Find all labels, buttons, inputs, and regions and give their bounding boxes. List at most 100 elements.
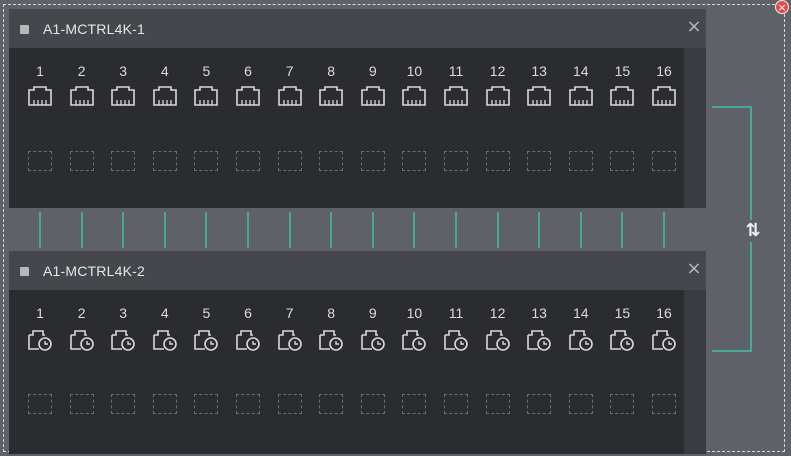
port-slot[interactable] bbox=[152, 394, 177, 414]
port-number: 5 bbox=[202, 305, 211, 321]
rj45-port-icon[interactable] bbox=[69, 84, 95, 108]
port-slot[interactable] bbox=[360, 394, 385, 414]
port-slot[interactable] bbox=[610, 151, 635, 171]
rj45-port-icon[interactable] bbox=[277, 84, 303, 108]
device-panel-header[interactable]: A1-MCTRL4K-1 × bbox=[9, 9, 706, 48]
port-number: 5 bbox=[202, 63, 211, 79]
close-icon[interactable]: × bbox=[685, 18, 703, 36]
port-slot[interactable] bbox=[444, 151, 468, 171]
rj45-port-icon[interactable] bbox=[609, 84, 635, 108]
port-number: 11 bbox=[448, 305, 464, 321]
port-number: 1 bbox=[36, 305, 44, 321]
rj45-port-icon[interactable] bbox=[485, 84, 511, 108]
port-slot[interactable] bbox=[402, 394, 427, 414]
connection-line bbox=[247, 212, 249, 248]
connection-line bbox=[455, 212, 457, 248]
port-slot[interactable] bbox=[402, 151, 427, 171]
rj45-port-icon[interactable] bbox=[568, 84, 594, 108]
port-history-icon[interactable] bbox=[568, 328, 594, 352]
port-slot[interactable] bbox=[277, 394, 302, 414]
connection-line bbox=[413, 212, 416, 248]
port-number: 1 bbox=[36, 63, 44, 79]
connection-line bbox=[163, 212, 166, 248]
port-history-icon[interactable] bbox=[651, 328, 677, 352]
port-slot[interactable] bbox=[568, 394, 593, 414]
port-number: 3 bbox=[119, 63, 128, 79]
rj45-port-icon[interactable] bbox=[651, 84, 677, 108]
port-number: 8 bbox=[327, 63, 336, 79]
port-history-icon[interactable] bbox=[235, 328, 261, 352]
device-status-icon bbox=[20, 25, 29, 34]
port-slot[interactable] bbox=[194, 394, 219, 414]
port-number: 2 bbox=[77, 63, 86, 79]
port-slot[interactable] bbox=[152, 151, 177, 171]
port-slot[interactable] bbox=[319, 151, 344, 171]
rj45-port-icon[interactable] bbox=[27, 84, 53, 108]
port-slot[interactable] bbox=[360, 151, 385, 171]
scrollbar[interactable] bbox=[684, 290, 706, 454]
port-history-icon[interactable] bbox=[443, 328, 469, 352]
rj45-port-icon[interactable] bbox=[235, 84, 261, 108]
port-history-icon[interactable] bbox=[110, 328, 136, 352]
port-slot[interactable] bbox=[485, 394, 510, 414]
port-slot[interactable] bbox=[444, 394, 468, 414]
port-slot[interactable] bbox=[111, 394, 136, 414]
port-history-icon[interactable] bbox=[277, 328, 303, 352]
connection-line bbox=[371, 212, 374, 248]
rj45-port-icon[interactable] bbox=[443, 84, 469, 108]
rj45-port-icon[interactable] bbox=[152, 84, 178, 108]
port-slot[interactable] bbox=[111, 151, 136, 171]
rj45-port-icon[interactable] bbox=[110, 84, 136, 108]
port-number: 11 bbox=[448, 63, 464, 79]
rj45-port-icon[interactable] bbox=[526, 84, 552, 108]
port-number: 4 bbox=[160, 63, 169, 79]
port-history-icon[interactable] bbox=[609, 328, 635, 352]
port-slot[interactable] bbox=[652, 151, 676, 171]
port-history-icon[interactable] bbox=[401, 328, 427, 352]
port-slot[interactable] bbox=[568, 151, 593, 171]
connection-line bbox=[288, 212, 291, 248]
port-history-icon[interactable] bbox=[152, 328, 178, 352]
port-history-icon[interactable] bbox=[485, 328, 511, 352]
port-number: 14 bbox=[573, 305, 589, 321]
device-panel-header[interactable]: A1-MCTRL4K-2 × bbox=[9, 251, 706, 290]
port-history-icon[interactable] bbox=[69, 328, 95, 352]
port-slot[interactable] bbox=[69, 151, 94, 171]
port-slot[interactable] bbox=[236, 151, 260, 171]
port-slot[interactable] bbox=[610, 394, 635, 414]
port-slot[interactable] bbox=[277, 151, 302, 171]
port-number: 10 bbox=[406, 305, 423, 321]
rj45-port-icon[interactable] bbox=[318, 84, 344, 108]
device-panel-1: A1-MCTRL4K-1 × 1 2 3 4 5 6 7 8 9 10 11 12 13 14 15 16 bbox=[9, 9, 706, 208]
port-number: 15 bbox=[614, 63, 631, 79]
port-number: 14 bbox=[573, 63, 589, 79]
rj45-port-icon[interactable] bbox=[360, 84, 386, 108]
port-history-icon[interactable] bbox=[318, 328, 344, 352]
port-slot[interactable] bbox=[28, 151, 52, 171]
port-history-icon[interactable] bbox=[27, 328, 53, 352]
port-slot[interactable] bbox=[236, 394, 260, 414]
port-history-icon[interactable] bbox=[193, 328, 219, 352]
port-number: 15 bbox=[614, 305, 631, 321]
port-slot[interactable] bbox=[28, 394, 52, 414]
rj45-port-icon[interactable] bbox=[401, 84, 427, 108]
close-icon[interactable]: × bbox=[685, 260, 703, 278]
port-number: 9 bbox=[368, 305, 377, 321]
rj45-port-icon[interactable] bbox=[193, 84, 219, 108]
port-slot[interactable] bbox=[485, 151, 510, 171]
port-history-icon[interactable] bbox=[360, 328, 386, 352]
close-canvas-icon[interactable]: × bbox=[775, 0, 789, 14]
port-history-icon[interactable] bbox=[526, 328, 552, 352]
port-slot[interactable] bbox=[652, 394, 676, 414]
connection-line bbox=[496, 212, 499, 248]
device-name: A1-MCTRL4K-2 bbox=[43, 263, 145, 279]
port-slot[interactable] bbox=[527, 151, 552, 171]
scrollbar[interactable] bbox=[684, 48, 706, 208]
connection-line bbox=[39, 212, 41, 248]
port-slot[interactable] bbox=[69, 394, 94, 414]
port-slot[interactable] bbox=[194, 151, 219, 171]
swap-icon[interactable]: ⇅ bbox=[742, 220, 764, 242]
port-slot[interactable] bbox=[319, 394, 344, 414]
port-slot[interactable] bbox=[527, 394, 552, 414]
connection-line bbox=[621, 212, 624, 248]
